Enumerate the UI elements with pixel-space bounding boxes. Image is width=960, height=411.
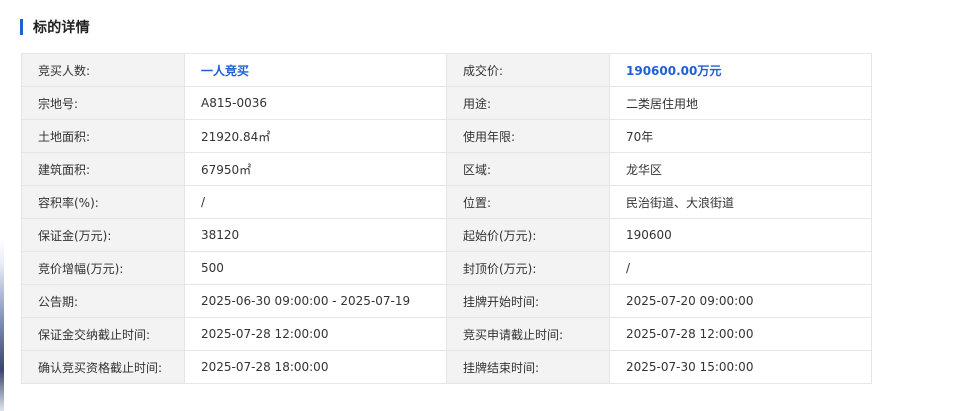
table-row: 土地面积: 21920.84㎡ 使用年限: 70年 [21,119,872,153]
value-bidder-count: 一人竞买 [184,53,447,87]
value-deposit: 38120 [184,218,447,252]
detail-table: 竞买人数: 一人竞买 成交价: 190600.00万元 宗地号: A815-00… [21,53,872,384]
value-plot-ratio: / [184,185,447,219]
label-starting-price: 起始价(万元): [446,218,610,252]
label-qualification-deadline: 确认竞买资格截止时间: [21,350,185,384]
table-row: 建筑面积: 67950㎡ 区域: 龙华区 [21,152,872,186]
value-application-deadline: 2025-07-28 12:00:00 [609,317,872,351]
table-row: 宗地号: A815-0036 用途: 二类居住用地 [21,86,872,120]
label-plot-ratio: 容积率(%): [21,185,185,219]
value-listing-start: 2025-07-20 09:00:00 [609,284,872,318]
table-row: 保证金(万元): 38120 起始价(万元): 190600 [21,218,872,252]
value-building-area: 67950㎡ [184,152,447,186]
background-image-strip [0,0,4,411]
label-building-area: 建筑面积: [21,152,185,186]
label-deposit-deadline: 保证金交纳截止时间: [21,317,185,351]
value-starting-price: 190600 [609,218,872,252]
table-row: 竞买人数: 一人竞买 成交价: 190600.00万元 [21,53,872,87]
value-listing-end: 2025-07-30 15:00:00 [609,350,872,384]
label-listing-start: 挂牌开始时间: [446,284,610,318]
label-use-term: 使用年限: [446,119,610,153]
table-row: 确认竞买资格截止时间: 2025-07-28 18:00:00 挂牌结束时间: … [21,350,872,384]
label-application-deadline: 竞买申请截止时间: [446,317,610,351]
label-bidder-count: 竞买人数: [21,53,185,87]
value-use-term: 70年 [609,119,872,153]
value-deal-price: 190600.00万元 [609,53,872,87]
label-ceiling-price: 封顶价(万元): [446,251,610,285]
section-header: 标的详情 [20,17,90,37]
label-district: 区域: [446,152,610,186]
value-location: 民治街道、大浪街道 [609,185,872,219]
value-land-area: 21920.84㎡ [184,119,447,153]
label-location: 位置: [446,185,610,219]
table-row: 竞价增幅(万元): 500 封顶价(万元): / [21,251,872,285]
table-row: 保证金交纳截止时间: 2025-07-28 12:00:00 竞买申请截止时间:… [21,317,872,351]
value-ceiling-price: / [609,251,872,285]
value-deposit-deadline: 2025-07-28 12:00:00 [184,317,447,351]
label-bid-increment: 竞价增幅(万元): [21,251,185,285]
label-announcement-period: 公告期: [21,284,185,318]
value-announcement-period: 2025-06-30 09:00:00 - 2025-07-19 [184,284,447,318]
label-parcel-number: 宗地号: [21,86,185,120]
title-bar-icon [20,19,23,35]
label-land-area: 土地面积: [21,119,185,153]
table-row: 容积率(%): / 位置: 民治街道、大浪街道 [21,185,872,219]
table-row: 公告期: 2025-06-30 09:00:00 - 2025-07-19 挂牌… [21,284,872,318]
label-usage: 用途: [446,86,610,120]
value-qualification-deadline: 2025-07-28 18:00:00 [184,350,447,384]
value-usage: 二类居住用地 [609,86,872,120]
value-bid-increment: 500 [184,251,447,285]
label-deposit: 保证金(万元): [21,218,185,252]
value-district: 龙华区 [609,152,872,186]
value-parcel-number: A815-0036 [184,86,447,120]
label-listing-end: 挂牌结束时间: [446,350,610,384]
label-deal-price: 成交价: [446,53,610,87]
section-title: 标的详情 [33,20,90,36]
